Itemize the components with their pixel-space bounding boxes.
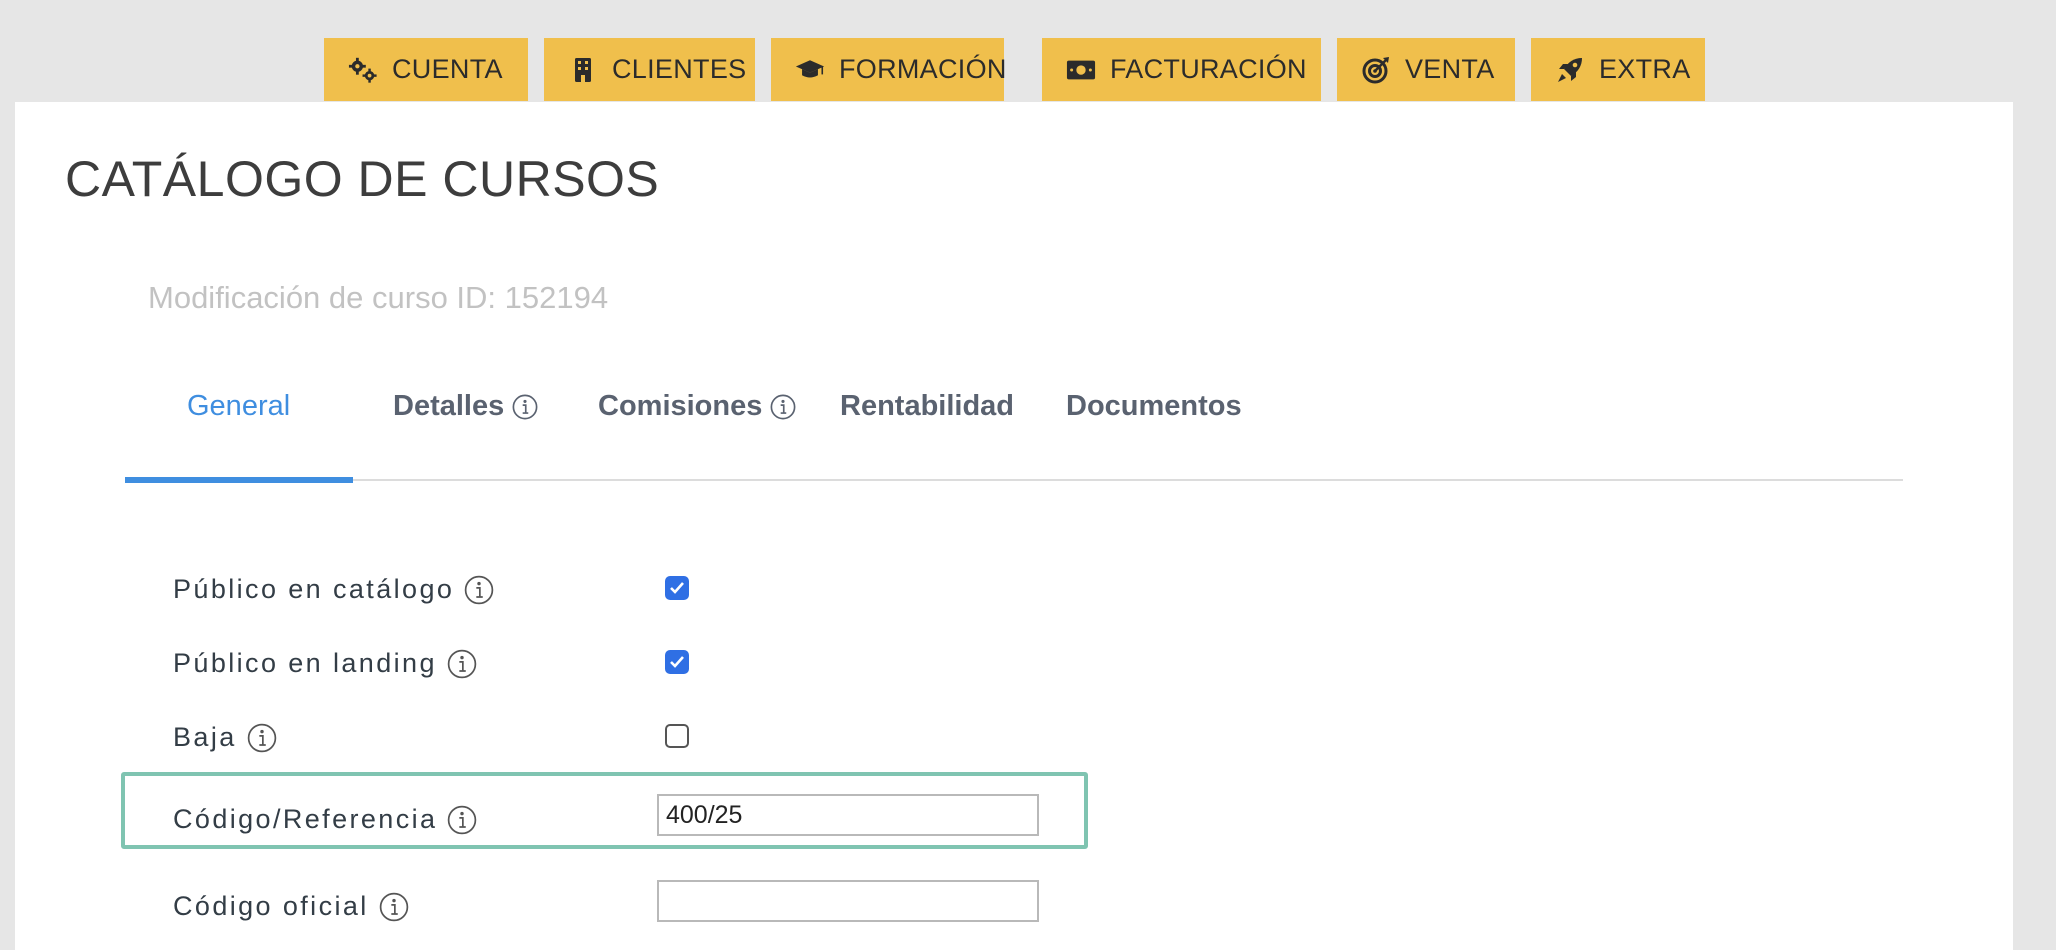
info-icon[interactable]: [464, 575, 494, 605]
baja-text: Baja: [173, 722, 237, 752]
nav-venta-label: VENTA: [1405, 54, 1495, 84]
tab-detalles[interactable]: Detalles: [393, 390, 538, 423]
publico-catalogo-checkbox[interactable]: [665, 576, 689, 600]
tab-general-label: General: [187, 390, 291, 422]
nav-venta-button[interactable]: VENTA: [1337, 38, 1515, 101]
nav-facturacion-button[interactable]: FACTURACIÓN: [1042, 38, 1321, 101]
rocket-icon: [1555, 55, 1585, 85]
publico-landing-label: Público en landing: [173, 648, 477, 679]
publico-landing-text: Público en landing: [173, 648, 437, 678]
info-icon[interactable]: [512, 394, 538, 420]
tab-rentabilidad-label: Rentabilidad: [840, 390, 1015, 422]
checkmark-icon: [670, 656, 684, 668]
tab-general[interactable]: General: [187, 390, 290, 423]
codigo-oficial-input[interactable]: [657, 880, 1039, 922]
nav-facturacion-label: FACTURACIÓN: [1110, 54, 1307, 84]
codigo-referencia-text: Código/Referencia: [173, 804, 438, 834]
codigo-oficial-text: Código oficial: [173, 891, 369, 921]
info-icon[interactable]: [447, 805, 477, 835]
course-subtitle: Modificación de curso ID: 152194: [148, 280, 609, 315]
info-icon[interactable]: [770, 394, 796, 420]
nav-clientes-button[interactable]: CLIENTES: [544, 38, 755, 101]
codigo-referencia-label: Código/Referencia: [173, 804, 477, 835]
building-icon: [568, 55, 598, 85]
money-bill-icon: [1066, 55, 1096, 85]
checkmark-icon: [670, 582, 684, 594]
gears-icon: [348, 55, 378, 85]
codigo-referencia-input[interactable]: [657, 794, 1039, 836]
page-title: CATÁLOGO DE CURSOS: [65, 151, 660, 207]
tab-documentos[interactable]: Documentos: [1066, 390, 1242, 423]
top-bar: [0, 0, 2056, 102]
tabs-divider: [125, 479, 1903, 481]
info-icon[interactable]: [447, 649, 477, 679]
active-tab-indicator: [125, 477, 353, 483]
nav-cuenta-button[interactable]: CUENTA: [324, 38, 528, 101]
nav-formacion-label: FORMACIÓN: [839, 54, 1007, 84]
baja-checkbox[interactable]: [665, 724, 689, 748]
nav-extra-button[interactable]: EXTRA: [1531, 38, 1705, 101]
nav-cuenta-label: CUENTA: [392, 54, 503, 84]
info-icon[interactable]: [247, 723, 277, 753]
nav-extra-label: EXTRA: [1599, 54, 1691, 84]
graduation-cap-icon: [795, 55, 825, 85]
tab-detalles-label: Detalles: [393, 390, 505, 422]
publico-catalogo-label: Público en catálogo: [173, 574, 494, 605]
nav-formacion-button[interactable]: FORMACIÓN: [771, 38, 1007, 101]
codigo-oficial-label: Código oficial: [173, 891, 409, 922]
tab-documentos-label: Documentos: [1066, 390, 1242, 422]
publico-catalogo-text: Público en catálogo: [173, 574, 455, 604]
page-margin: [2013, 0, 2056, 950]
info-icon[interactable]: [379, 892, 409, 922]
nav-clientes-label: CLIENTES: [612, 54, 747, 84]
baja-label: Baja: [173, 722, 277, 753]
tab-comisiones-label: Comisiones: [598, 390, 763, 422]
publico-landing-checkbox[interactable]: [665, 650, 689, 674]
target-icon: [1361, 55, 1391, 85]
tab-rentabilidad[interactable]: Rentabilidad: [840, 390, 1014, 423]
tab-comisiones[interactable]: Comisiones: [598, 390, 796, 423]
